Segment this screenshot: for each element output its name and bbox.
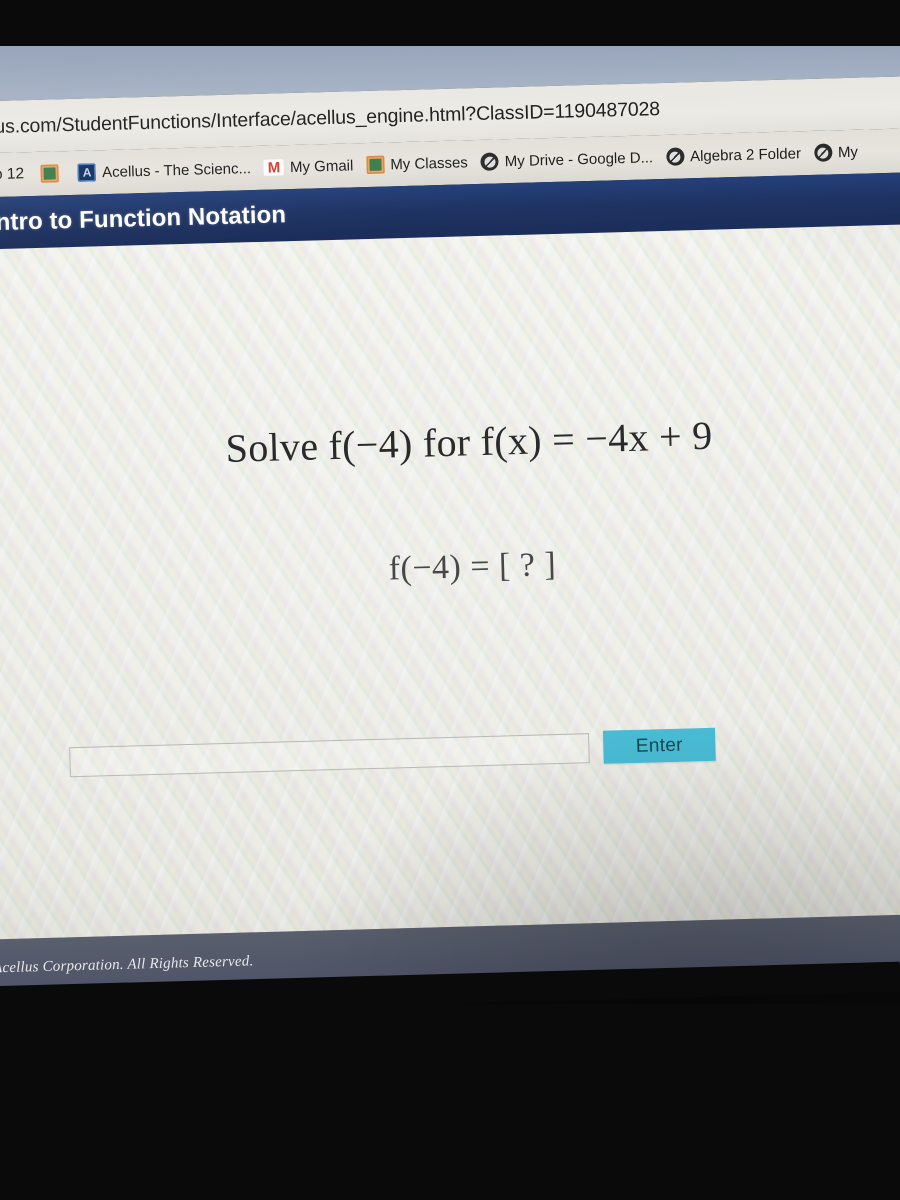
bookmark-item-acellus[interactable]: Acellus - The Scienc... [77,159,252,182]
photo-bezel-bottom [0,1004,900,1200]
bookmark-label: My Drive - Google D... [504,148,654,170]
page-title: Intro to Function Notation [0,201,287,237]
bookmark-item-my-classes[interactable]: My Classes [366,153,468,174]
address-bar-url: us.com/StudentFunctions/Interface/acellu… [0,97,661,138]
bookmark-label: My Gmail [289,156,354,176]
bookmark-label: Acellus - The Scienc... [101,159,252,181]
enter-button[interactable]: Enter [602,727,716,764]
bookmark-item-algebra-2-folder[interactable]: Algebra 2 Folder [665,144,802,166]
classroom-icon [40,164,60,183]
bookmark-label: My Classes [390,153,469,173]
answer-expression: f(−4) = [ ? ] [388,546,557,588]
copyright-text: Acellus Corporation. All Rights Reserved… [0,952,254,976]
bookmark-label: My [837,143,859,161]
photo-bezel-top [0,0,900,46]
bookmark-item[interactable] [40,164,65,183]
drive-icon [480,152,500,171]
bookmark-item-my-drive[interactable]: My Drive - Google D... [480,148,654,171]
classroom-icon [366,155,385,174]
bookmark-item-gmail[interactable]: My Gmail [263,156,354,176]
answer-input[interactable] [69,732,590,777]
acellus-icon [77,163,97,182]
answer-row: Enter [69,727,716,778]
bookmark-label: Algebra 2 Folder [689,144,802,165]
lesson-canvas: Solve f(−4) for f(x) = −4x + 9 f(−4) = [… [0,222,900,940]
photo-of-laptop-screen: us.com/StudentFunctions/Interface/acellu… [0,0,900,1200]
gmail-icon [263,159,285,176]
bookmark-folder-label[interactable]: to 12 [0,165,24,184]
problem-statement: Solve f(−4) for f(x) = −4x + 9 [225,412,714,471]
drive-icon [813,143,833,162]
bookmark-item-overflow[interactable]: My [813,143,859,162]
drive-icon [665,147,685,166]
laptop-screen: us.com/StudentFunctions/Interface/acellu… [0,12,900,990]
